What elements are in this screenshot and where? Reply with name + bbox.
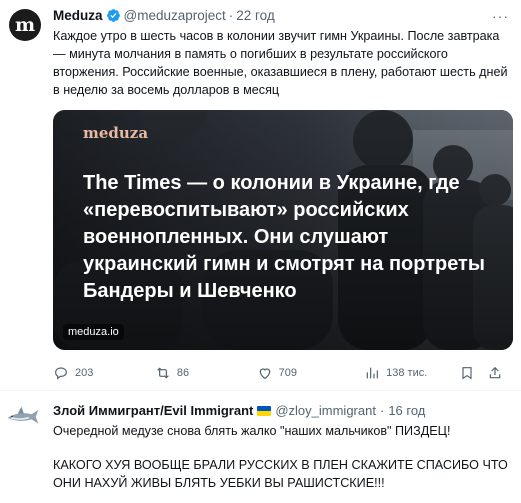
- tweet[interactable]: m Meduza @meduzaproject · 22 год ··· Каж…: [0, 0, 521, 390]
- shark-avatar[interactable]: [6, 401, 40, 431]
- more-options-icon[interactable]: ···: [492, 8, 509, 24]
- card-headline: The Times — о колонии в Украине, где «пе…: [83, 172, 485, 302]
- verified-badge-icon: [106, 9, 120, 22]
- views-chart-icon: [366, 367, 379, 379]
- reply-header: Злой Иммигрант/Evil Immigrant @zloy_immi…: [53, 403, 425, 418]
- card-source-domain[interactable]: meduza.io: [63, 324, 124, 340]
- views-count: 138 тис.: [386, 367, 428, 379]
- reply-author-name[interactable]: Злой Иммигрант/Evil Immigrant: [53, 403, 253, 418]
- reply-text: Очередной медузе снова блять жалко "наши…: [53, 422, 513, 492]
- share-icon: [489, 366, 501, 379]
- retweet-count: 86: [176, 367, 190, 379]
- tweet-timestamp[interactable]: 22 год: [236, 8, 274, 23]
- reply-icon: [55, 367, 67, 380]
- author-handle[interactable]: @meduzaproject: [124, 8, 226, 23]
- views-button[interactable]: 138 тис.: [364, 365, 449, 381]
- author-name[interactable]: Meduza: [53, 8, 103, 23]
- reply-separator: ·: [379, 403, 385, 418]
- like-count: 709: [278, 367, 298, 379]
- ukraine-flag-icon: [257, 405, 272, 416]
- card-logo: meduza: [83, 124, 149, 142]
- tweet-actions: 203 86 709 138 тис.: [53, 364, 503, 382]
- reply-count: 203: [75, 367, 94, 379]
- author-avatar[interactable]: m: [9, 9, 41, 41]
- retweet-button[interactable]: 86: [155, 365, 257, 381]
- tweet-header: Meduza @meduzaproject · 22 год: [53, 8, 275, 23]
- bookmark-icon: [462, 367, 472, 380]
- reply-author-handle[interactable]: @zloy_immigrant: [275, 403, 376, 418]
- reply-button[interactable]: 203: [53, 365, 155, 381]
- share-button[interactable]: [487, 365, 503, 381]
- like-button[interactable]: 709: [257, 365, 364, 381]
- header-separator: ·: [228, 8, 234, 23]
- link-card[interactable]: meduza The Times — о колонии в Украине, …: [53, 110, 513, 350]
- reply-tweet[interactable]: Злой Иммигрант/Evil Immigrant @zloy_immi…: [0, 395, 521, 503]
- tweet-divider: [0, 390, 521, 391]
- reply-text-line2: КАКОГО ХУЯ ВООБЩЕ БРАЛИ РУССКИХ В ПЛЕН С…: [53, 458, 508, 490]
- heart-icon: [259, 368, 270, 380]
- reply-timestamp[interactable]: 16 год: [388, 403, 425, 418]
- tweet-text: Каждое утро в шесть часов в колонии звуч…: [53, 29, 508, 97]
- bookmark-button[interactable]: [459, 365, 475, 381]
- reply-text-line1: Очередной медузе снова блять жалко "наши…: [53, 424, 451, 438]
- retweet-icon: [157, 367, 169, 379]
